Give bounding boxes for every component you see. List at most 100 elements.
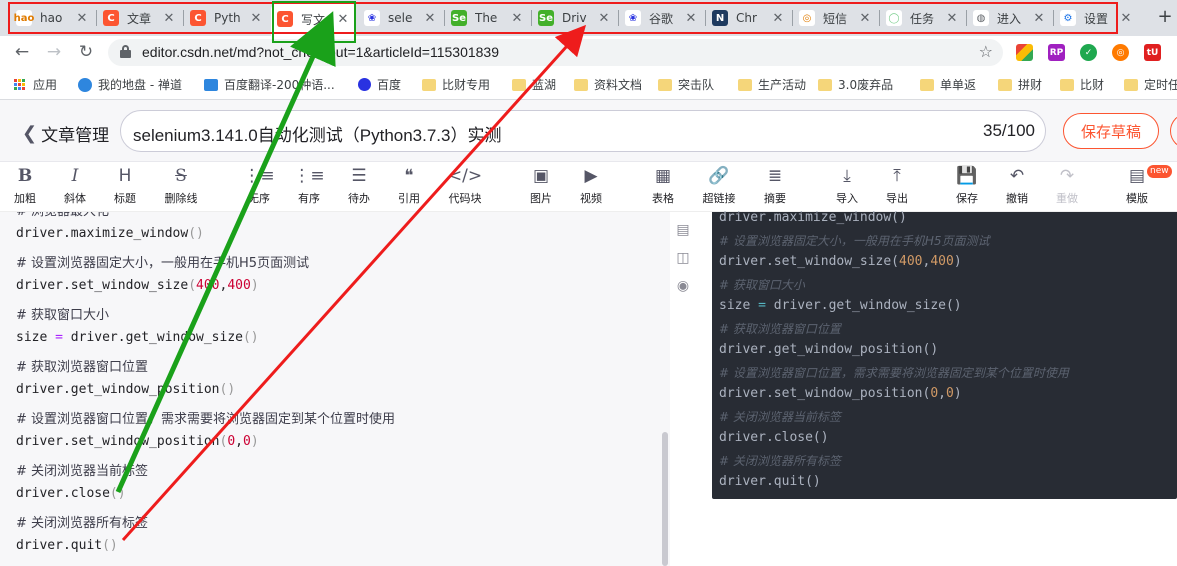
- preview-eye-icon[interactable]: ◉: [675, 278, 691, 294]
- heading-button[interactable]: H 标题: [100, 164, 150, 206]
- unordered-list-button[interactable]: ⋮≡ 无序: [234, 164, 284, 206]
- reload-icon[interactable]: ↻: [76, 42, 96, 62]
- bookmark-item[interactable]: 百度翻译-200种语...: [204, 76, 335, 93]
- browser-tab[interactable]: ◯ 任务 ✕: [880, 4, 965, 32]
- italic-button[interactable]: I 斜体: [50, 164, 100, 206]
- tab-title: hao: [40, 11, 63, 25]
- editor-toolbar: B 加粗 I 斜体 H 标题 S 删除线 ⋮≡ 无序 ⋮≡ 有序 ☰ 待办 ❝ 引用 </> 代码块 ▣ 图片 ▶ 视频 ▦…: [0, 162, 1177, 212]
- tab-close-icon[interactable]: ✕: [510, 11, 524, 26]
- tab-separator: [618, 10, 619, 26]
- bookmark-item[interactable]: 百度: [358, 76, 401, 93]
- tab-close-icon[interactable]: ✕: [684, 11, 698, 26]
- code-block-button[interactable]: </> 代码块: [440, 164, 490, 206]
- back-arrow-icon[interactable]: ←: [12, 42, 32, 62]
- split-view-icon[interactable]: ◫: [675, 250, 691, 266]
- bookmark-item[interactable]: 比财专用: [422, 76, 490, 93]
- video-button[interactable]: ▶ 视频: [566, 164, 616, 206]
- address-bar[interactable]: editor.csdn.net/md?not_checkout=1&articl…: [108, 39, 1003, 66]
- browser-tab[interactable]: C Pyth ✕: [184, 4, 269, 32]
- import-button[interactable]: ⤓ 导入: [822, 164, 872, 206]
- extension-lifebuoy-icon[interactable]: ◎: [1112, 44, 1129, 61]
- browser-tab[interactable]: ❀ 谷歌 ✕: [619, 4, 704, 32]
- comment-line: # 设置浏览器窗口位置，需求需要将浏览器固定到某个位置时使用: [719, 364, 1069, 381]
- tab-close-icon[interactable]: ✕: [771, 11, 785, 26]
- summary-button[interactable]: ≣ 摘要: [750, 164, 800, 206]
- apps-grid-icon: [14, 79, 25, 90]
- extension-shield-icon[interactable]: ✓: [1080, 44, 1097, 61]
- image-button[interactable]: ▣ 图片: [516, 164, 566, 206]
- back-to-articles-link[interactable]: ❮ 文章管理: [22, 121, 109, 146]
- bookmark-item[interactable]: 资料文档: [574, 76, 642, 93]
- redo-button[interactable]: ↷ 重做: [1042, 164, 1092, 206]
- ordered-list-button[interactable]: ⋮≡ 有序: [284, 164, 334, 206]
- toolbar-label: 待办: [348, 192, 370, 205]
- todo-icon: ☰: [351, 166, 367, 186]
- quote-button[interactable]: ❝ 引用: [384, 164, 434, 206]
- bookmark-item[interactable]: 定时任: [1124, 76, 1177, 93]
- strikethrough-button[interactable]: S 删除线: [156, 164, 206, 206]
- browser-tab[interactable]: ⚙ 设置 ✕: [1054, 4, 1139, 32]
- bookmark-item[interactable]: 拼财: [998, 76, 1042, 93]
- link-button[interactable]: 🔗 超链接: [694, 164, 744, 206]
- tab-close-icon[interactable]: ✕: [162, 11, 176, 26]
- new-tab-button[interactable]: +: [1155, 6, 1175, 27]
- browser-tab[interactable]: hao hao ✕: [10, 4, 95, 32]
- browser-tab[interactable]: ❀ sele ✕: [358, 4, 443, 32]
- code-token: 0: [242, 434, 251, 449]
- bookmark-item[interactable]: 生产活动: [738, 76, 806, 93]
- tab-close-icon[interactable]: ✕: [858, 11, 872, 26]
- bold-button[interactable]: B 加粗: [0, 164, 50, 206]
- tab-close-icon[interactable]: ✕: [249, 11, 263, 26]
- tab-title: 任务: [910, 11, 935, 26]
- undo-button[interactable]: ↶ 撤销: [992, 164, 1042, 206]
- italic-icon: I: [71, 166, 79, 186]
- bookmark-item[interactable]: 突击队: [658, 76, 714, 93]
- article-title-field[interactable]: selenium3.141.0自动化测试（Python3.7.3）实测 35/1…: [120, 110, 1046, 152]
- tab-close-icon[interactable]: ✕: [1032, 11, 1046, 26]
- browser-tab[interactable]: N Chr ✕: [706, 4, 791, 32]
- save-draft-button[interactable]: 保存草稿: [1063, 113, 1159, 149]
- bookmark-item[interactable]: 比财: [1060, 76, 1104, 93]
- forward-arrow-icon[interactable]: →: [44, 42, 64, 62]
- publish-button[interactable]: [1170, 113, 1177, 149]
- url-text[interactable]: editor.csdn.net/md?not_checkout=1&articl…: [142, 44, 499, 60]
- bookmark-item[interactable]: 蓝湖: [512, 76, 556, 93]
- tab-close-icon[interactable]: ✕: [1119, 11, 1133, 26]
- bookmark-label: 定时任: [1144, 78, 1177, 92]
- tab-close-icon[interactable]: ✕: [945, 11, 959, 26]
- editor-scrollbar[interactable]: [662, 432, 668, 566]
- tab-close-icon[interactable]: ✕: [75, 11, 89, 26]
- extension-color-icon[interactable]: [1016, 44, 1033, 61]
- bookmark-label: 比财: [1080, 78, 1105, 92]
- browser-tab[interactable]: Se The ✕: [445, 4, 530, 32]
- tab-favicon-icon: ◎: [799, 10, 815, 26]
- code-line: driver.get_window_position(): [719, 342, 938, 357]
- tab-close-icon[interactable]: ✕: [597, 11, 611, 26]
- code-line: driver.quit(): [16, 538, 118, 553]
- translate-icon: [204, 78, 218, 91]
- markdown-editor[interactable]: # 浏览器最大化 driver.maximize_window()# 设置浏览器…: [0, 212, 670, 566]
- browser-tab[interactable]: ◍ 进入 ✕: [967, 4, 1052, 32]
- extension-rp-icon[interactable]: RP: [1048, 44, 1065, 61]
- bookmark-item[interactable]: 应用: [14, 76, 57, 93]
- code-token: ): [250, 278, 259, 293]
- extension-tu-icon[interactable]: tU: [1144, 44, 1161, 61]
- bookmark-item[interactable]: 3.0废弃品: [818, 76, 893, 93]
- directory-icon[interactable]: ▤: [675, 222, 691, 238]
- browser-tab[interactable]: ◎ 短信 ✕: [793, 4, 878, 32]
- article-title-input[interactable]: selenium3.141.0自动化测试（Python3.7.3）实测: [133, 121, 502, 146]
- export-button[interactable]: ⤒ 导出: [872, 164, 922, 206]
- code-token: ,: [938, 386, 946, 401]
- save-button[interactable]: 💾 保存: [942, 164, 992, 206]
- table-button[interactable]: ▦ 表格: [638, 164, 688, 206]
- tab-close-icon[interactable]: ✕: [423, 11, 437, 26]
- folder-icon: [574, 78, 588, 91]
- browser-tab[interactable]: Se Driv ✕: [532, 4, 617, 32]
- bookmark-item[interactable]: 我的地盘 - 禅道: [78, 76, 182, 93]
- bookmark-item[interactable]: 单单返: [920, 76, 976, 93]
- browser-tab[interactable]: C 写文 ✕: [271, 2, 356, 36]
- browser-tab[interactable]: C 文章 ✕: [97, 4, 182, 32]
- todo-button[interactable]: ☰ 待办: [334, 164, 384, 206]
- tab-close-icon[interactable]: ✕: [336, 12, 350, 27]
- bookmark-star-icon[interactable]: ☆: [979, 42, 993, 61]
